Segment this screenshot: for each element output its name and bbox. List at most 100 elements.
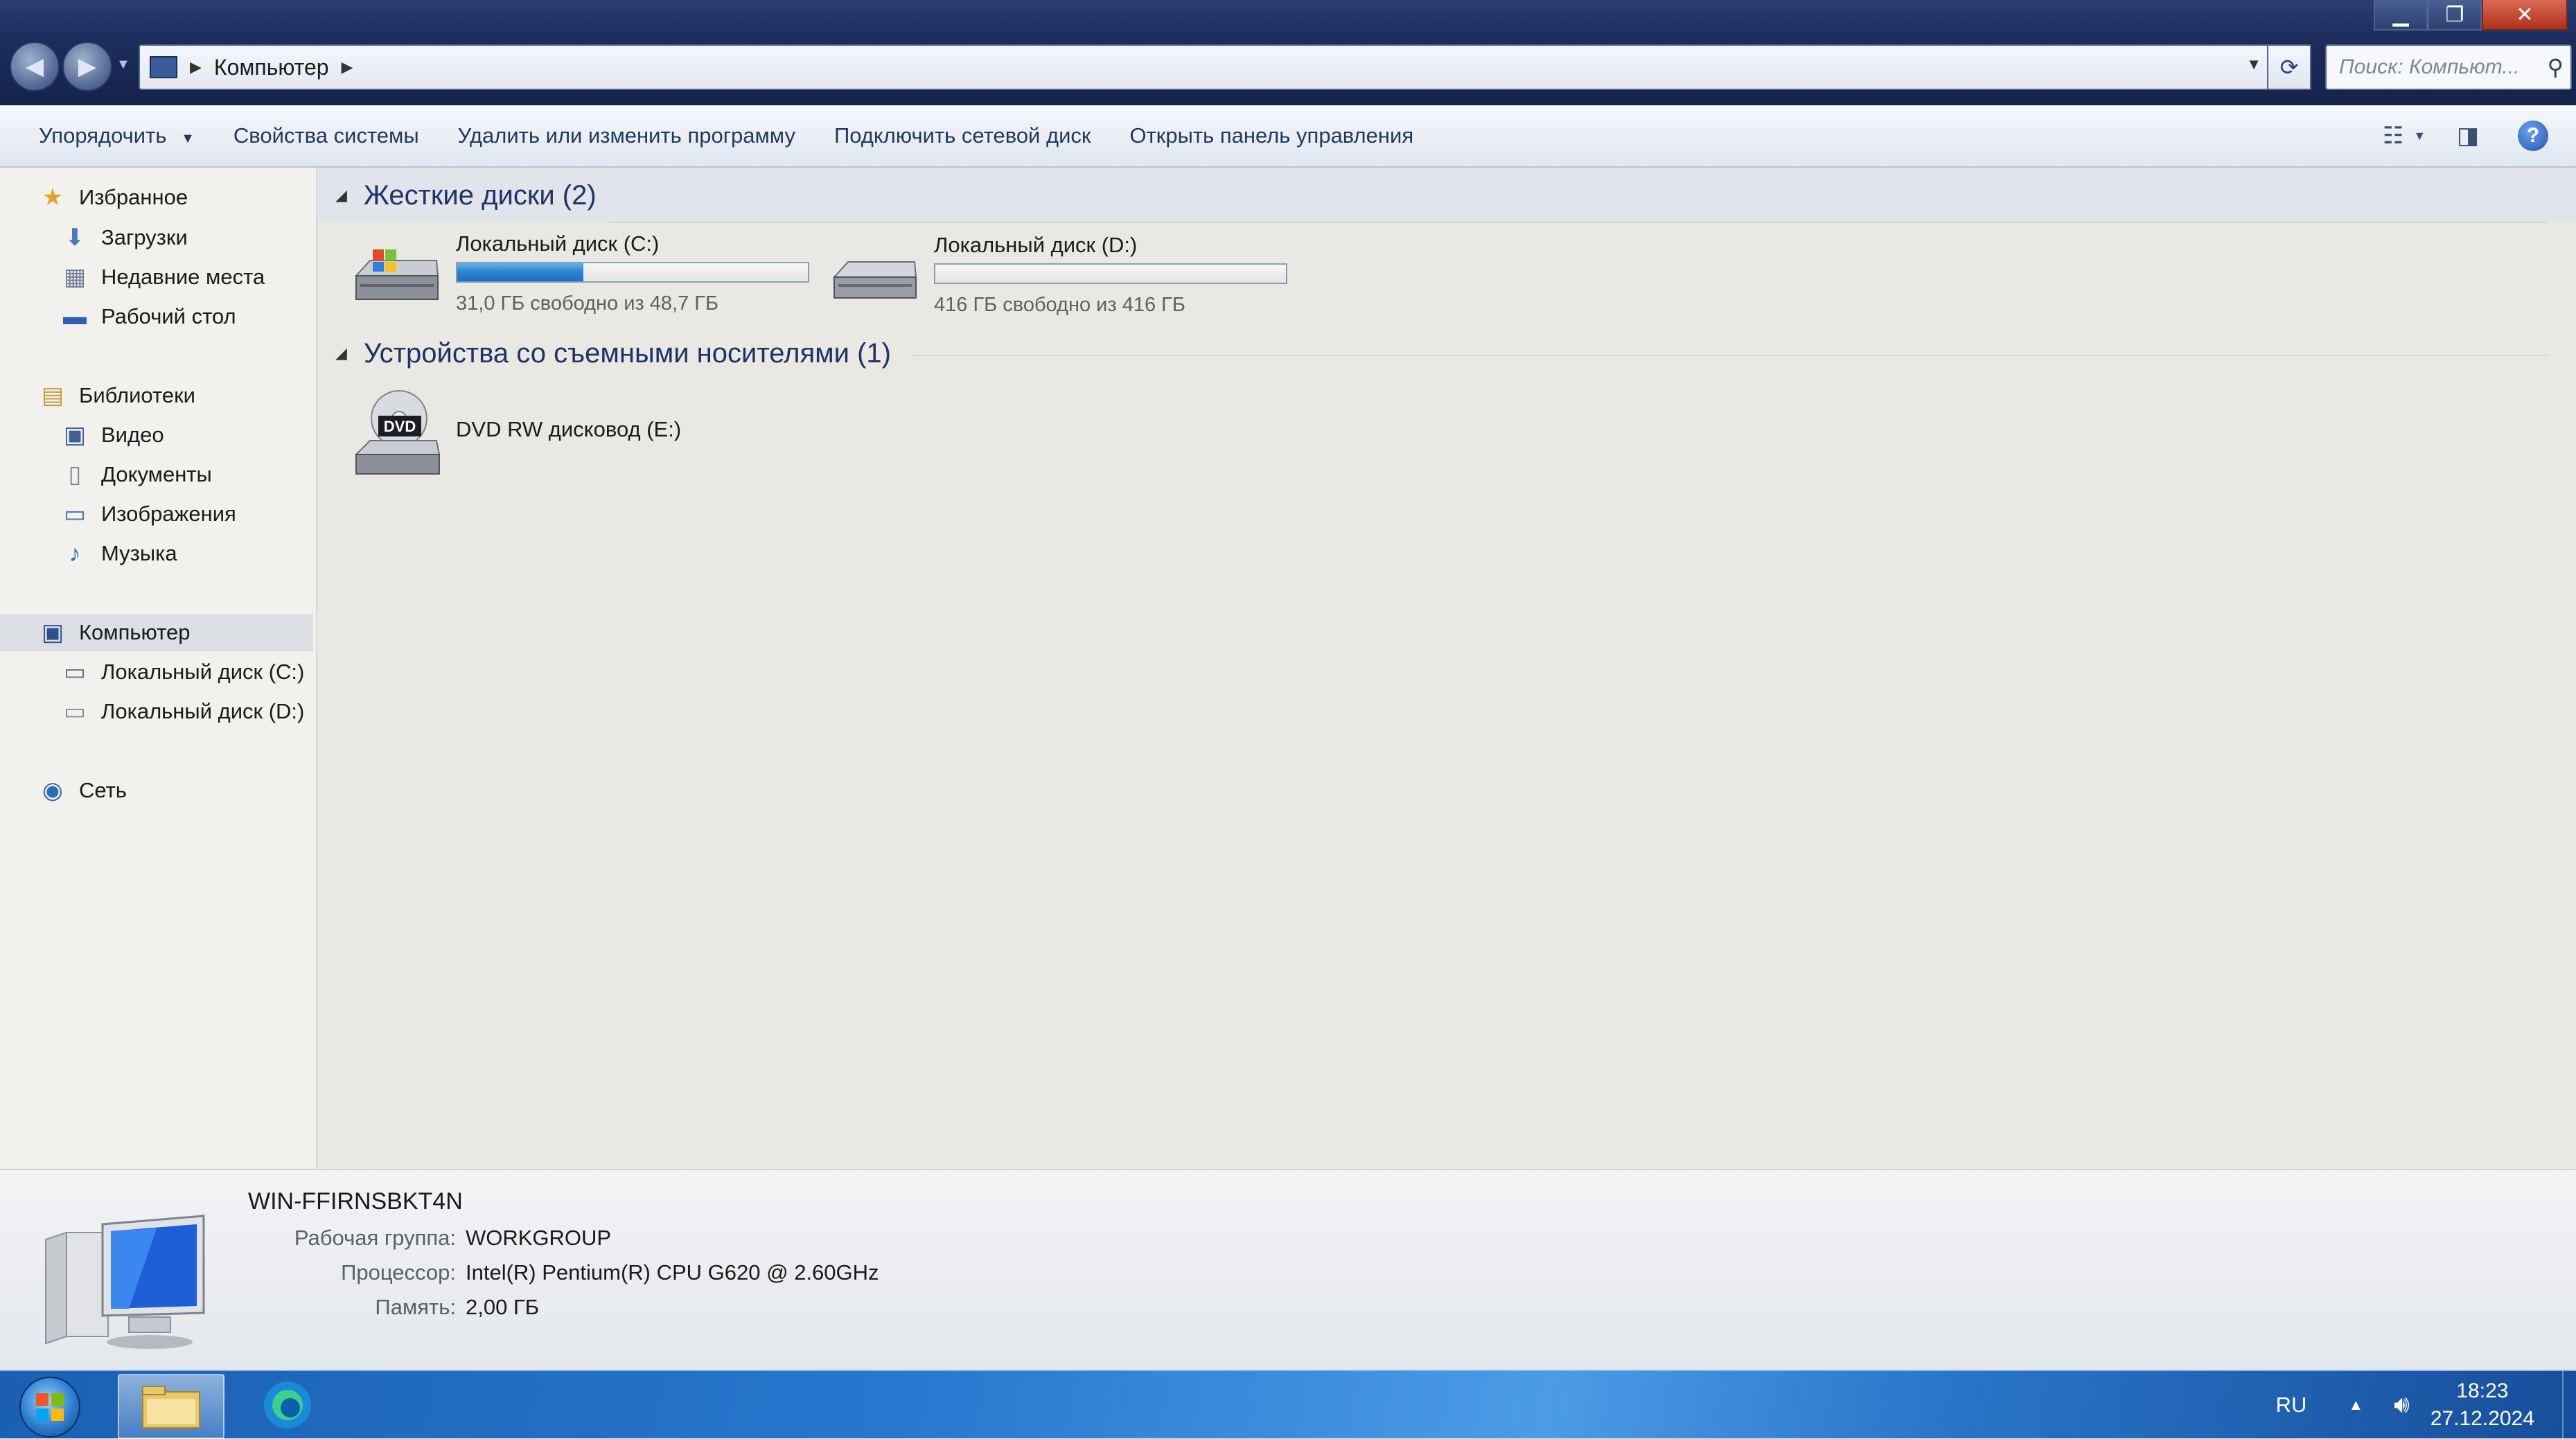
sidebar-item-libraries[interactable]: ▤ Библиотеки: [39, 377, 195, 414]
details-pane: WIN-FFIRNSBKT4N Рабочая группа: WORKGROU…: [0, 1169, 2576, 1371]
sidebar-label: Рабочий стол: [101, 304, 236, 328]
open-control-panel-button[interactable]: Открыть панель управления: [1129, 123, 1413, 148]
system-drive-icon: ▭: [63, 659, 87, 685]
workgroup-row: Рабочая группа: WORKGROUP: [0, 1226, 970, 1253]
close-button[interactable]: ✕: [2482, 0, 2568, 30]
sidebar-item-recent[interactable]: ▦ Недавние места: [61, 258, 265, 296]
group-header-removable[interactable]: ◢ Устройства со съемными носителями (1): [317, 331, 891, 376]
system-drive-icon: [354, 249, 439, 300]
arrow-left-icon: ◀: [25, 53, 44, 80]
sidebar-item-computer[interactable]: ▣ Компьютер: [0, 614, 313, 651]
sidebar-label: Сеть: [79, 778, 127, 802]
drive-free-space: 416 ГБ свободно из 416 ГБ: [934, 294, 1185, 316]
memory-row: Память: 2,00 ГБ: [0, 1295, 970, 1323]
clock-time: 18:23: [2456, 1379, 2509, 1402]
volume-icon[interactable]: 🔊︎: [2394, 1390, 2410, 1420]
sidebar-item-drive-d[interactable]: ▭ Локальный диск (D:): [61, 693, 304, 730]
address-dropdown-icon[interactable]: ▼: [2246, 55, 2261, 73]
drive-free-space: 31,0 ГБ свободно из 48,7 ГБ: [456, 292, 719, 315]
show-hidden-icons-icon[interactable]: ▲: [2348, 1396, 2363, 1414]
window-controls: ▁ ❐ ✕: [2374, 0, 2568, 33]
sidebar-item-downloads[interactable]: ⬇ Загрузки: [61, 219, 188, 256]
collapse-triangle-icon[interactable]: ◢: [335, 344, 347, 362]
view-options-button[interactable]: ☷ ▼: [2382, 118, 2426, 154]
explorer-window: ▁ ❐ ✕ ◀ ▶ ▼ ▶ Компьютер ▶ ▼ ⟳ ⚲ Упорядоч…: [0, 0, 2576, 1439]
language-indicator[interactable]: RU: [2276, 1393, 2307, 1418]
search-box[interactable]: ⚲: [2325, 44, 2572, 90]
dvd-drive-tile[interactable]: DVD DVD RW дисковод (E:): [352, 388, 681, 485]
uninstall-program-button[interactable]: Удалить или изменить программу: [458, 123, 795, 148]
group-divider: [913, 355, 2548, 356]
network-icon: ◉: [42, 777, 63, 804]
organize-button[interactable]: Упорядочить ▼: [39, 123, 195, 148]
search-input[interactable]: [2327, 55, 2548, 80]
star-icon: ★: [42, 184, 64, 211]
sidebar-label: Локальный диск (D:): [101, 699, 305, 723]
group-header-band: [317, 168, 2576, 222]
sidebar-label: Документы: [101, 462, 212, 486]
sidebar-item-network[interactable]: ◉ Сеть: [39, 772, 127, 809]
group-divider: [608, 222, 2548, 223]
drive-usage-fill: [457, 263, 584, 281]
desktop-icon: ▬: [63, 303, 87, 330]
recent-pages-dropdown[interactable]: ▼: [116, 57, 130, 73]
drive-name: Локальный диск (C:): [456, 231, 660, 256]
computer-icon: ▣: [41, 619, 64, 646]
clock-date: 27.12.2024: [2430, 1406, 2534, 1430]
recent-places-icon: ▦: [63, 264, 87, 290]
system-tray: RU ▲ 🔊︎ 18:23 27.12.2024: [2276, 1371, 2576, 1438]
help-icon[interactable]: ?: [2518, 121, 2548, 151]
map-network-drive-button[interactable]: Подключить сетевой диск: [834, 123, 1091, 148]
workgroup-label: Рабочая группа:: [294, 1226, 456, 1250]
show-desktop-button[interactable]: [2562, 1371, 2576, 1438]
search-icon[interactable]: ⚲: [2548, 54, 2564, 80]
cpu-row: Процессор: Intel(R) Pentium(R) CPU G620 …: [0, 1260, 970, 1288]
memory-value: 2,00 ГБ: [466, 1295, 540, 1319]
taskbar: RU ▲ 🔊︎ 18:23 27.12.2024: [0, 1370, 2576, 1439]
group-title: Жесткие диски (2): [363, 179, 597, 211]
sidebar-item-documents[interactable]: ▯ Документы: [61, 456, 212, 493]
breadcrumb-computer[interactable]: Компьютер: [214, 55, 329, 80]
sidebar-item-desktop[interactable]: ▬ Рабочий стол: [61, 298, 236, 335]
system-properties-button[interactable]: Свойства системы: [233, 123, 419, 148]
sidebar-label: Загрузки: [101, 225, 188, 249]
libraries-icon: ▤: [41, 382, 64, 409]
sidebar-item-drive-c[interactable]: ▭ Локальный диск (C:): [61, 653, 304, 691]
memory-label: Память:: [375, 1295, 456, 1319]
group-header-hard-drives[interactable]: ◢ Жесткие диски (2): [317, 173, 597, 218]
start-button[interactable]: [19, 1377, 80, 1438]
maximize-button[interactable]: ❐: [2428, 0, 2482, 30]
taskbar-edge-button[interactable]: [236, 1374, 339, 1436]
hard-drive-icon: [832, 261, 917, 299]
sidebar-item-music[interactable]: ♪ Музыка: [61, 535, 177, 572]
chevron-right-icon[interactable]: ▶: [190, 58, 202, 76]
chevron-right-icon[interactable]: ▶: [342, 58, 353, 76]
back-button[interactable]: ◀: [10, 42, 60, 91]
address-bar[interactable]: ▶ Компьютер ▶ ▼: [139, 44, 2275, 90]
clock[interactable]: 18:23 27.12.2024: [2431, 1377, 2534, 1433]
video-icon: ▣: [63, 422, 87, 448]
drive-usage-bar: [456, 262, 809, 283]
sidebar-label: Библиотеки: [79, 383, 195, 407]
view-grid-icon: ☷: [2382, 123, 2404, 149]
dvd-drive-label: DVD RW дисковод (E:): [456, 417, 682, 441]
sidebar-label: Недавние места: [101, 265, 265, 289]
taskbar-explorer-button[interactable]: [118, 1374, 224, 1439]
folder-icon: [142, 1386, 200, 1429]
preview-pane-icon: ◨: [2456, 123, 2480, 149]
workgroup-value: WORKGROUP: [466, 1226, 612, 1250]
sidebar-label: Музыка: [101, 541, 177, 565]
refresh-button[interactable]: ⟳: [2267, 44, 2311, 90]
minimize-button[interactable]: ▁: [2374, 0, 2428, 30]
sidebar-item-favorites[interactable]: ★ Избранное: [39, 179, 188, 216]
drive-c-tile[interactable]: Локальный диск (C:) 31,0 ГБ свободно из …: [352, 231, 823, 328]
chevron-down-icon: ▼: [181, 131, 195, 146]
drive-d-tile[interactable]: Локальный диск (D:) 416 ГБ свободно из 4…: [830, 233, 1301, 330]
navigation-pane: ★ Избранное ⬇ Загрузки ▦ Недавние места …: [0, 168, 317, 1169]
preview-pane-button[interactable]: ◨: [2450, 118, 2486, 154]
sidebar-item-pictures[interactable]: ▭ Изображения: [61, 495, 236, 533]
forward-button[interactable]: ▶: [62, 42, 112, 91]
organize-label: Упорядочить: [39, 123, 167, 148]
sidebar-item-video[interactable]: ▣ Видео: [61, 416, 164, 454]
collapse-triangle-icon[interactable]: ◢: [335, 186, 347, 204]
